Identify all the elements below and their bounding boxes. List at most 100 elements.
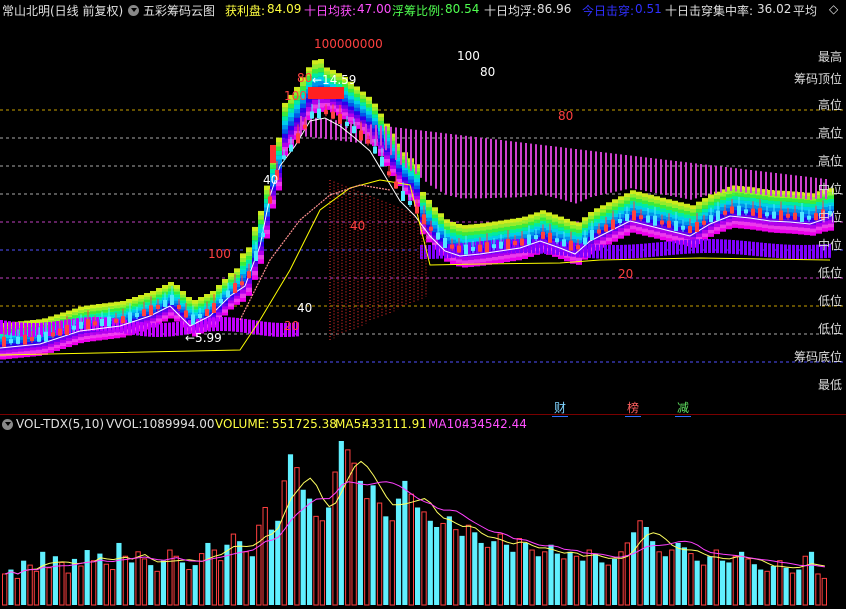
chip-cell [744,218,750,223]
chip-cell [432,217,438,222]
chip-fringe [604,244,607,259]
chip-fringe [248,319,251,334]
chip-cell [774,204,780,209]
chip-cell [642,210,648,215]
candle-body [597,229,601,234]
chip-cell [594,239,600,244]
volume-indicator-name[interactable]: VOL-TDX(5,10) [16,417,104,431]
chip-cell [90,304,96,309]
main-price-chart[interactable]: 100000000←14.59←5.9910080801008010040402… [0,20,846,415]
chip-cell [270,204,276,209]
candle-body [499,241,503,249]
chip-fringe [764,242,767,257]
chip-cell [726,197,732,202]
chip-cell [558,216,564,221]
chip-cell [552,228,558,233]
chip-cell [186,303,192,307]
chip-cell [552,214,558,219]
chip-cell [726,200,732,205]
chip-cell [366,107,372,112]
candle-body [772,211,776,219]
chip-fringe [804,244,807,259]
chip-cell [396,175,402,179]
chip-cell [480,223,486,227]
chip-cell [636,195,642,199]
chip-cell [636,230,642,235]
volume-bar-down [52,556,58,605]
volume-bar-down [402,480,408,605]
chip-fringe [644,243,647,258]
chip-cell [294,117,300,123]
chip-cell [24,350,30,355]
volume-bar-down [631,532,637,605]
chip-fringe [680,240,683,255]
volume-bar-up [637,520,643,606]
indicator-name[interactable]: 五彩筹码云图 [143,2,215,19]
stock-title[interactable]: 常山北明(日线 前复权) [2,2,123,19]
chip-cell [576,257,582,262]
chip-cell [420,198,426,203]
chip-cell [774,225,780,230]
chip-overhang [465,135,467,199]
chip-cell [468,228,474,232]
chip-cell [516,253,522,257]
chip-cell [756,195,762,199]
candle-body [548,232,552,243]
chip-cell [804,227,810,232]
chip-cell [6,355,12,359]
chip-cell [198,306,204,310]
chip-cell [786,229,792,234]
chip-cell [522,255,528,259]
volume-bar-down [662,556,668,605]
volume-bar-down [116,542,122,605]
chip-cell [654,231,660,236]
chip-cell [282,142,288,148]
candle-body [366,139,370,144]
candle-body [72,325,76,330]
candle-body [9,339,13,344]
volume-bar-down [306,498,313,605]
volume-chart[interactable] [0,433,846,609]
chip-cell [774,222,780,226]
indicator-menu-icon[interactable] [128,5,139,16]
chip-cell [96,313,102,317]
chip-overhang [380,125,382,146]
chip-cell [432,207,438,211]
chip-cell [816,230,822,234]
chip-overhang [450,134,452,196]
chip-cell [312,64,318,70]
chip-cell [378,117,384,121]
chip-cell [828,198,834,203]
candle-body [44,331,48,342]
candle-body [107,316,111,327]
chip-overhang [490,138,492,199]
chip-cell [228,279,234,283]
chip-cell [462,239,468,243]
chip-cell [156,291,162,295]
chip-cell [588,222,594,227]
chip-cell [234,301,240,305]
chip-fringe [212,317,215,332]
chip-cell [438,223,444,228]
chip-cell [666,209,672,214]
chip-overhang [610,153,612,193]
chip-cell [156,300,162,304]
chip-cell [504,233,510,238]
chip-cell [102,303,108,307]
chip-cell [468,231,474,236]
chip-cell [750,222,756,227]
ma10-value: 434542.44 [462,417,527,431]
volume-menu-icon[interactable] [2,419,13,430]
candle-body [555,238,559,243]
volume-bar-up [46,567,52,606]
level-label: 中位 [817,182,842,196]
chip-fringe [276,322,279,337]
chip-overhang [485,138,487,199]
diamond-icon[interactable]: ◇ [829,2,838,16]
chip-cell [348,92,354,96]
chart-annotation: 20 [284,319,299,333]
candle-body [345,122,349,126]
chip-cell [588,212,594,216]
chip-overhang [795,175,797,199]
chip-cell [288,121,294,126]
